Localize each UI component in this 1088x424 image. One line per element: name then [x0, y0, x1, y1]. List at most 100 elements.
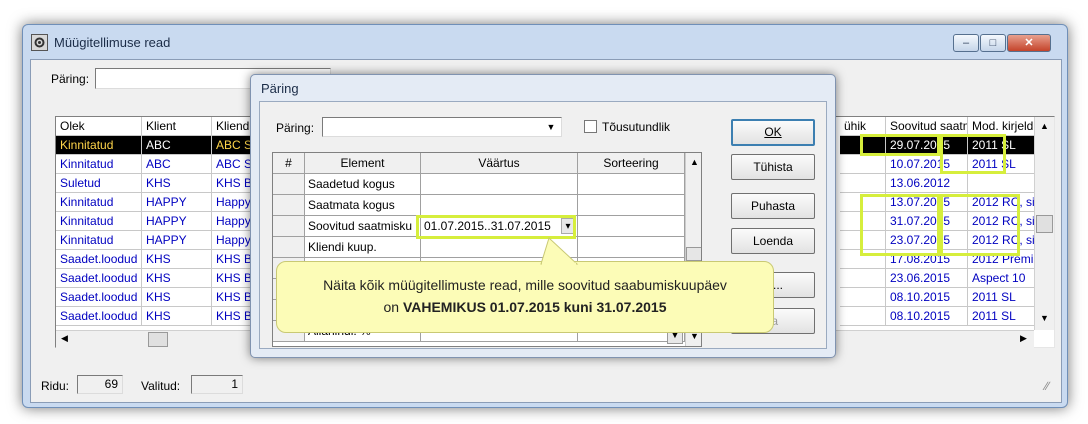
grid-cell[interactable]: 2011 SL	[968, 155, 1036, 174]
grid-cell[interactable]: 13.07.2015	[886, 193, 968, 212]
grid-cell[interactable]: HAPPY	[142, 212, 212, 231]
grid-cell[interactable]: Kinnitatud	[56, 136, 142, 155]
grid-cell[interactable]: Saadet.loodud	[56, 269, 142, 288]
grid-cell[interactable]: Kinnitatud	[56, 155, 142, 174]
grid-cell[interactable]	[840, 136, 886, 155]
chevron-down-icon[interactable]: ▼	[543, 119, 559, 135]
window-title: Müügitellimuse read	[54, 35, 171, 50]
dialog-title: Päring	[261, 81, 299, 96]
grid-cell[interactable]	[840, 155, 886, 174]
grid-cell[interactable]: 2012 RC, size	[968, 231, 1036, 250]
grid-header-cell[interactable]: Soovitud saatm	[886, 117, 968, 136]
criteria-row-selector[interactable]	[273, 195, 305, 216]
grid-cell[interactable]	[840, 212, 886, 231]
scroll-left-icon[interactable]: ◀	[61, 333, 68, 344]
grid-cell[interactable]: 2011 SL	[968, 136, 1036, 155]
grid-cell[interactable]: 29.07.2015	[886, 136, 968, 155]
clear-label: Puhasta	[750, 199, 796, 213]
selected-count-value: 1	[231, 377, 238, 391]
criteria-value-cell[interactable]: 01.07.2015..31.07.2015 ▾	[421, 216, 578, 237]
case-sensitive-label: Tõusutundlik	[602, 120, 671, 134]
count-button[interactable]: Loenda	[731, 228, 815, 254]
grid-cell[interactable]: ABC	[142, 136, 212, 155]
grid-cell[interactable]: KHS	[142, 269, 212, 288]
criteria-value-cell[interactable]	[421, 195, 578, 216]
ok-button[interactable]: OK	[731, 119, 815, 146]
criteria-row-selector[interactable]	[273, 174, 305, 195]
grid-cell[interactable]: Kinnitatud	[56, 231, 142, 250]
close-button[interactable]: ✕	[1007, 34, 1051, 52]
criteria-row-selector[interactable]	[273, 237, 305, 258]
grid-cell[interactable]	[840, 307, 886, 326]
grid-header-cell[interactable]: Klient	[142, 117, 212, 136]
grid-header-cell[interactable]: Olek	[56, 117, 142, 136]
criteria-element-cell: Saadetud kogus	[305, 174, 421, 195]
criteria-scroll-up-icon[interactable]: ▲	[690, 157, 699, 167]
criteria-row-selector[interactable]	[273, 216, 305, 237]
tooltip-callout: Näita kõik müügitellimuste read, mille s…	[276, 237, 774, 333]
dialog-query-select[interactable]: ▼	[322, 117, 562, 137]
grid-cell[interactable]: 2012 RC, size	[968, 193, 1036, 212]
grid-cell[interactable]	[968, 174, 1036, 193]
grid-cell[interactable]: KHS	[142, 288, 212, 307]
grid-cell[interactable]: KHS	[142, 174, 212, 193]
grid-cell[interactable]	[840, 288, 886, 307]
grid-cell[interactable]: Kinnitatud	[56, 212, 142, 231]
grid-cell[interactable]: 2011 SL	[968, 288, 1036, 307]
scroll-up-icon[interactable]: ▲	[1040, 121, 1049, 131]
case-sensitive-checkbox[interactable]	[584, 120, 597, 133]
criteria-sort-cell[interactable]	[578, 195, 685, 216]
hscroll-thumb[interactable]	[148, 332, 168, 347]
grid-cell[interactable]: ABC	[142, 155, 212, 174]
grid-cell[interactable]: 2012 RC, size	[968, 212, 1036, 231]
grid-cell[interactable]: Kinnitatud	[56, 193, 142, 212]
grid-cell[interactable]: 23.07.2015	[886, 231, 968, 250]
grid-cell[interactable]: Saadet.loodud	[56, 288, 142, 307]
criteria-scroll-thumb[interactable]	[686, 247, 701, 261]
criteria-sort-cell[interactable]	[578, 174, 685, 195]
grid-cell[interactable]: HAPPY	[142, 231, 212, 250]
grid-cell[interactable]: 31.07.2015	[886, 212, 968, 231]
cancel-button[interactable]: Tühista	[731, 154, 815, 180]
vertical-scrollbar[interactable]: ▲ ▼	[1034, 117, 1054, 330]
value-dropdown-icon[interactable]: ▾	[561, 218, 575, 234]
grid-cell[interactable]: KHS	[142, 250, 212, 269]
grid-header-cell[interactable]: Mod. kirjeldus	[968, 117, 1036, 136]
scroll-thumb[interactable]	[1036, 215, 1053, 233]
rows-label: Ridu:	[41, 379, 70, 393]
grid-cell[interactable]: 17.08.2015	[886, 250, 968, 269]
grid-cell[interactable]: 08.10.2015	[886, 307, 968, 326]
grid-cell[interactable]: 23.06.2015	[886, 269, 968, 288]
rows-count-value: 69	[104, 377, 118, 391]
grid-cell[interactable]	[840, 231, 886, 250]
grid-cell[interactable]: Suletud	[56, 174, 142, 193]
grid-cell[interactable]: 10.07.2015	[886, 155, 968, 174]
scroll-right-icon[interactable]: ▶	[1020, 333, 1027, 344]
criteria-sort-cell[interactable]	[578, 237, 685, 258]
scroll-down-icon[interactable]: ▼	[1040, 313, 1049, 323]
maximize-button[interactable]: □	[980, 34, 1006, 52]
grid-cell[interactable]	[840, 269, 886, 288]
criteria-header-cell: #	[273, 153, 305, 174]
criteria-element-cell: Saatmata kogus	[305, 195, 421, 216]
grid-cell[interactable]: Saadet.loodud	[56, 307, 142, 326]
grid-cell[interactable]: HAPPY	[142, 193, 212, 212]
grid-header-cell[interactable]: ühik	[840, 117, 886, 136]
grid-cell[interactable]: 13.06.2012	[886, 174, 968, 193]
grid-cell[interactable]: Aspect 10	[968, 269, 1036, 288]
grid-cell[interactable]: 08.10.2015	[886, 288, 968, 307]
grid-cell[interactable]: 2011 SL	[968, 307, 1036, 326]
grid-cell[interactable]: Saadet.loodud	[56, 250, 142, 269]
criteria-value-text: 01.07.2015..31.07.2015	[424, 219, 551, 233]
grid-cell[interactable]: 2012 Premium	[968, 250, 1036, 269]
grid-cell[interactable]	[840, 174, 886, 193]
grid-cell[interactable]: KHS	[142, 307, 212, 326]
cancel-label: Tühista	[753, 160, 793, 174]
grid-cell[interactable]	[840, 193, 886, 212]
clear-button[interactable]: Puhasta	[731, 193, 815, 219]
grid-cell[interactable]	[840, 250, 886, 269]
criteria-sort-cell[interactable]	[578, 216, 685, 237]
minimize-button[interactable]: –	[953, 34, 979, 52]
resize-grip-icon[interactable]: ∕∕	[1045, 379, 1049, 393]
criteria-value-cell[interactable]	[421, 174, 578, 195]
